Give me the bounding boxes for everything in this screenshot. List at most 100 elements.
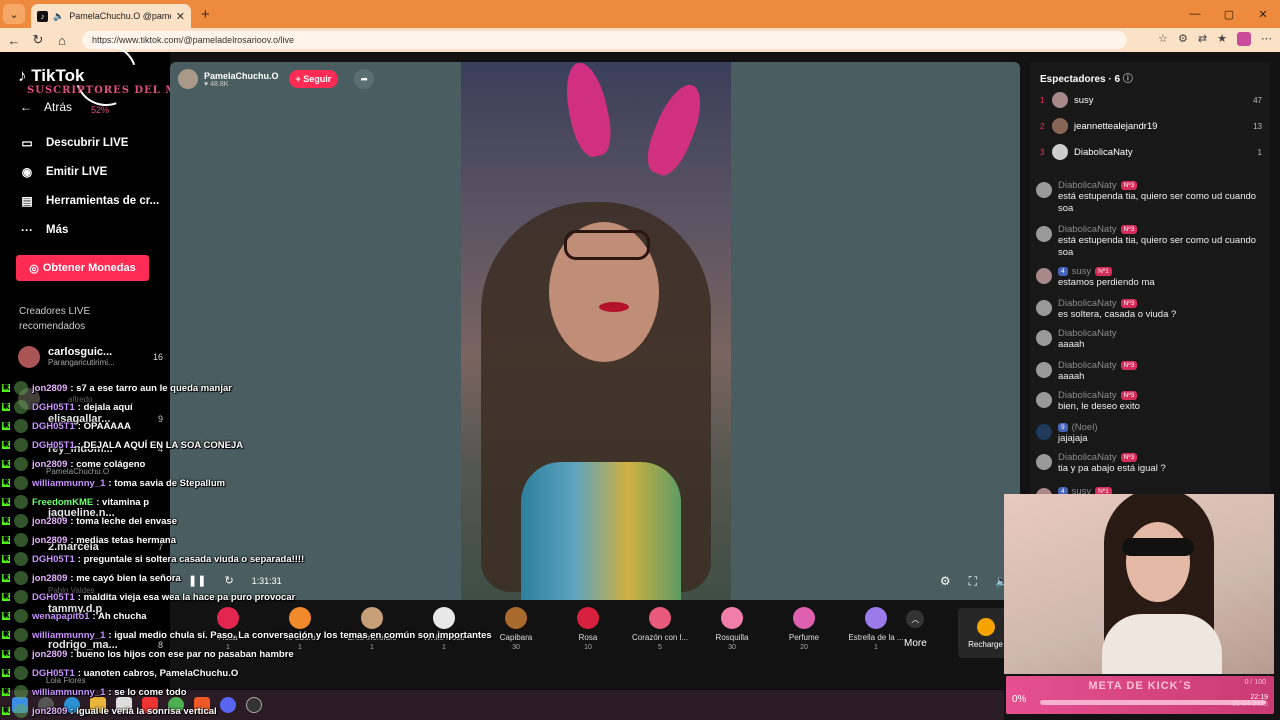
minimize-icon[interactable]: — [1178, 0, 1212, 28]
gift-item[interactable]: Eres increíble 1 [336, 600, 408, 651]
browser-menu-icon[interactable]: ⋯ [1261, 32, 1272, 46]
tv-icon: ▭ [21, 136, 33, 150]
sidebar-item-discover-live[interactable]: ▭ Descubrir LIVE [20, 136, 128, 150]
maximize-icon[interactable]: ▢ [1212, 0, 1246, 28]
chat-username[interactable]: (Noel) [1072, 422, 1098, 433]
browser-toolbar-icons: ☆ ⚙ ⇄ ★ ⋯ [1158, 32, 1272, 46]
overlay-username: DGH05T1 [32, 420, 75, 432]
overlay-avatar [14, 666, 28, 680]
sidebar-item-go-live[interactable]: ◉ Emitir LIVE [20, 165, 108, 179]
tab-search-icon[interactable]: ⌄ [3, 4, 25, 24]
viewer-row[interactable]: 3 DiabolicaNaty 1 [1040, 144, 1262, 160]
viewer-avatar [1052, 144, 1068, 160]
overlay-chat-line: K DGH05T1: maldita vieja esa wea la hace … [0, 590, 420, 604]
chat-message[interactable]: DiabolicaNaty Nº3 está estupenda tia, quie… [1036, 224, 1264, 259]
bookmark-star-icon[interactable]: ☆ [1158, 32, 1168, 46]
tab-close-icon[interactable]: ✕ [176, 10, 185, 23]
back-icon[interactable]: ← [2, 33, 26, 48]
gift-item[interactable]: Te adoro 1 [264, 600, 336, 651]
gift-item[interactable]: Perfume 20 [768, 600, 840, 651]
profile-avatar-icon[interactable] [1237, 32, 1251, 46]
address-bar[interactable]: https://www.tiktok.com/@pameladelrosario… [82, 31, 1127, 49]
chat-message[interactable]: 9 (Noel) jajajaja [1036, 422, 1264, 445]
chat-username[interactable]: DiabolicaNaty [1058, 328, 1117, 339]
gift-item[interactable]: Capibara 30 [480, 600, 552, 651]
settings-gear-icon[interactable]: ⚙ [940, 574, 951, 589]
overlay-chat-line: K FreedomKME: vitamina p [0, 495, 420, 509]
new-tab-icon[interactable]: + [201, 6, 210, 23]
close-window-icon[interactable]: ✕ [1246, 0, 1280, 28]
chat-message[interactable]: DiabolicaNaty Nº3 aaaah [1036, 360, 1264, 383]
creator-item[interactable]: carlosguic... Parangaricutirimi... 16 [18, 346, 163, 368]
viewer-row[interactable]: 2 jeannettealejandr19 13 [1040, 118, 1262, 134]
chat-message[interactable]: DiabolicaNaty Nº3 es soltera, casada o viu… [1036, 298, 1264, 321]
get-coins-button[interactable]: ◎ Obtener Monedas [16, 255, 149, 281]
host-likes: ♥ 48.8K [204, 80, 229, 88]
chat-text: aaaah [1058, 339, 1085, 350]
player-right-controls: ⚙ ⛶ 🔈 [940, 574, 1010, 589]
host-avatar[interactable] [178, 69, 198, 89]
viewer-name: DiabolicaNaty [1074, 146, 1133, 158]
extension-icon[interactable]: ⚙ [1178, 32, 1188, 46]
chat-message[interactable]: DiabolicaNaty aaaah [1036, 328, 1264, 351]
share-icon[interactable]: ➦ [354, 69, 375, 89]
creator-viewers: 16 [152, 352, 163, 362]
kick-icon: K [2, 536, 10, 544]
gift-item[interactable]: Rosquilla 30 [696, 600, 768, 651]
chat-message[interactable]: 4 susy Nº1 estamos perdiendo ma [1036, 266, 1264, 289]
gift-item[interactable]: Rosa 1 [192, 600, 264, 651]
overlay-text: : uanoten cabros, PamelaChuchu.O [77, 667, 239, 679]
gift-item[interactable]: Corazón con l... 5 [624, 600, 696, 651]
gift-item[interactable]: White Rose 1 [408, 600, 480, 651]
viewer-row[interactable]: 1 susy 47 [1040, 92, 1262, 108]
chat-username[interactable]: DiabolicaNaty [1058, 180, 1117, 191]
gift-icon [865, 607, 887, 629]
overlay-chat-line: Kjon2809: me cayó bien la señora [0, 571, 420, 585]
follow-button[interactable]: + Seguir [288, 70, 339, 88]
fullscreen-icon[interactable]: ⛶ [969, 574, 977, 589]
overlay-avatar [14, 419, 28, 433]
overlay-username: williammunny_1 [32, 686, 106, 698]
chat-username[interactable]: DiabolicaNaty [1058, 360, 1117, 371]
chat-username[interactable]: DiabolicaNaty [1058, 298, 1117, 309]
back-link[interactable]: ← Atrás [20, 100, 72, 114]
viewer-rank: 1 [1040, 95, 1045, 105]
gift-icon [433, 607, 455, 629]
back-label: Atrás [44, 100, 73, 114]
chat-message[interactable]: DiabolicaNaty Nº3 tia y pa abajo está igua… [1036, 452, 1264, 475]
more-gifts-button[interactable]: ︿ More [904, 610, 927, 649]
tab-audio-icon[interactable]: 🔈 [53, 11, 64, 22]
info-icon[interactable]: ⓘ [1123, 74, 1133, 85]
chat-message[interactable]: DiabolicaNaty Nº3 bien, le deseo exito [1036, 390, 1264, 413]
chat-username[interactable]: DiabolicaNaty [1058, 224, 1117, 235]
live-video[interactable] [461, 62, 731, 600]
overlay-avatar [14, 457, 28, 471]
kick-icon: K [2, 593, 10, 601]
dress-shape [521, 462, 681, 600]
reload-icon[interactable]: ↻ [26, 32, 50, 48]
chat-feed[interactable]: DiabolicaNaty Nº3 está estupenda tia, quie… [1036, 180, 1264, 498]
chat-message[interactable]: DiabolicaNaty Nº3 está estupenda tia, quie… [1036, 180, 1264, 215]
overlay-text: : OPAAAAA [77, 420, 131, 432]
gift-item[interactable]: Rosa 10 [552, 600, 624, 651]
chat-username[interactable]: DiabolicaNaty [1058, 390, 1117, 401]
favorites-icon[interactable]: ★ [1217, 32, 1227, 46]
more-icon: ··· [21, 223, 33, 237]
host-name[interactable]: PamelaChuchu.O [204, 71, 279, 81]
overlay-chat-line: Kwenapapito1: Ah chucha [0, 609, 420, 623]
overlay-chat-line: Kjon2809: bueno los hijos con ese par no… [0, 647, 420, 661]
translate-icon[interactable]: ⇄ [1198, 32, 1207, 46]
sidebar-item-more[interactable]: ··· Más [20, 223, 68, 237]
chat-text: aaaah [1058, 371, 1085, 382]
sidebar-item-creator-tools[interactable]: ▤ Herramientas de cr... [20, 194, 159, 208]
overlay-username: jon2809 [32, 515, 68, 527]
chat-username[interactable]: susy [1072, 266, 1092, 277]
get-coins-label: Obtener Monedas [42, 262, 136, 274]
chat-username[interactable]: DiabolicaNaty [1058, 452, 1117, 463]
kick-icon: K [2, 498, 10, 506]
gift-item[interactable]: Estrella de la ... 1 [840, 600, 912, 651]
home-icon[interactable]: ⌂ [50, 33, 74, 48]
overlay-text: : DEJALA AQUÍ EN LA SOA CONEJA [77, 439, 244, 451]
chat-rank-badge: Nº3 [1120, 453, 1138, 462]
browser-tab[interactable]: ♪ 🔈 PamelaChuchu.O @pameladelrosariov.o … [31, 4, 191, 28]
